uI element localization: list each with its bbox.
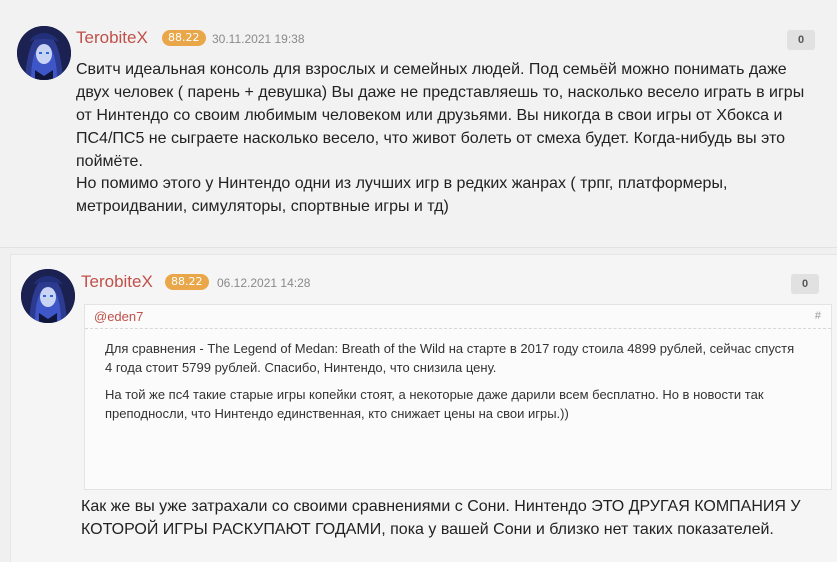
comment-date[interactable]: 30.11.2021 19:38 — [212, 32, 305, 46]
comment-2: TerobiteX 88.22 06.12.2021 14:28 0 @eden… — [10, 254, 837, 562]
rating-badge: 88.22 — [162, 30, 206, 46]
comment-author[interactable]: TerobiteX — [76, 28, 148, 48]
quote-paragraph: Для сравнения - The Legend of Medan: Bre… — [105, 341, 795, 375]
avatar-image — [17, 26, 71, 80]
quote-paragraph: На той же пс4 такие старые игры копейки … — [105, 387, 764, 421]
rating-badge: 88.22 — [165, 274, 209, 290]
comment-1: TerobiteX 88.22 30.11.2021 19:38 0 Свитч… — [0, 0, 837, 248]
quote-permalink[interactable]: # — [815, 310, 821, 322]
avatar[interactable] — [17, 26, 71, 80]
comment-author[interactable]: TerobiteX — [81, 272, 153, 292]
comments-page: TerobiteX 88.22 30.11.2021 19:38 0 Свитч… — [0, 0, 837, 562]
comment-text-paragraph: Как же вы уже затрахали со своими сравне… — [81, 498, 801, 538]
comment-text-paragraph: Свитч идеальная консоль для взрослых и с… — [76, 61, 805, 170]
quote-header: @eden7 # — [85, 305, 831, 329]
comment-date[interactable]: 06.12.2021 14:28 — [217, 276, 310, 290]
vote-count[interactable]: 0 — [791, 274, 819, 294]
comment-text-paragraph: Но помимо этого у Нинтендо одни из лучши… — [76, 175, 728, 215]
quote-block: @eden7 # Для сравнения - The Legend of M… — [84, 304, 832, 490]
avatar[interactable] — [21, 269, 75, 323]
avatar-image — [21, 269, 75, 323]
vote-count[interactable]: 0 — [787, 30, 815, 50]
quote-user-link[interactable]: @eden7 — [94, 309, 143, 324]
